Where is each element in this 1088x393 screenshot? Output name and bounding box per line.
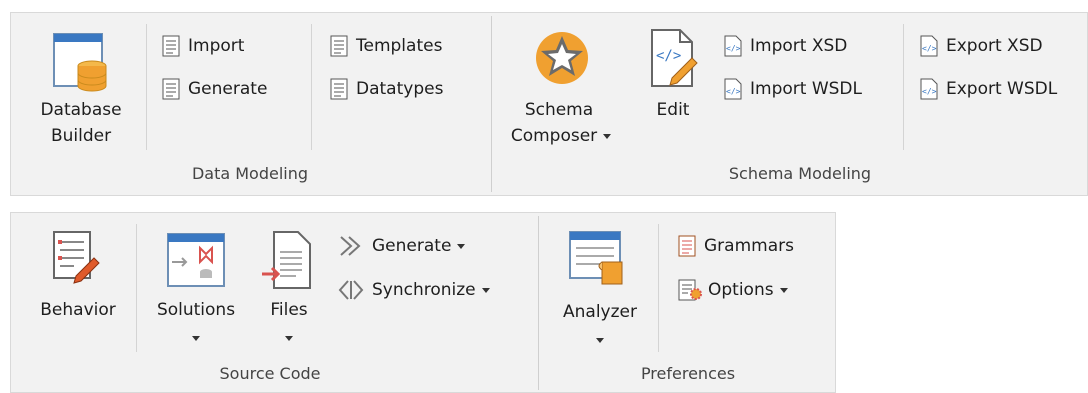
- svg-text:</>: </>: [726, 44, 741, 53]
- generate-button[interactable]: Generate: [162, 76, 267, 102]
- dropdown-arrow-icon: [285, 336, 293, 341]
- group-separator: [491, 16, 492, 192]
- import-wsdl-button[interactable]: </> Import WSDL: [724, 76, 862, 102]
- separator: [903, 24, 904, 150]
- edit-label: Edit: [656, 100, 690, 120]
- schema-composer-label-1: Schema: [524, 100, 594, 120]
- database-builder-label-1: Database: [40, 100, 122, 120]
- xml-file-icon: </>: [920, 78, 938, 100]
- analyzer-icon: [569, 231, 623, 285]
- separator: [658, 224, 659, 352]
- generate-code-label: Generate: [372, 236, 466, 256]
- import-label: Import: [188, 36, 245, 56]
- star-icon: [536, 32, 588, 84]
- schema-modeling-group-label: Schema Modeling: [728, 164, 872, 183]
- separator: [311, 24, 312, 150]
- edit-code-icon: </>: [651, 29, 698, 87]
- export-wsdl-label: Export WSDL: [946, 79, 1058, 99]
- files-icon: [262, 231, 311, 289]
- dropdown-arrow-icon: [596, 338, 604, 343]
- import-wsdl-label: Import WSDL: [750, 79, 862, 99]
- generate-label: Generate: [188, 79, 268, 99]
- grammars-label: Grammars: [704, 236, 794, 256]
- schema-composer-button[interactable]: Schema Composer: [504, 28, 614, 158]
- document-icon: [162, 78, 180, 100]
- options-button[interactable]: Options: [678, 277, 788, 303]
- xml-file-icon: </>: [920, 35, 938, 57]
- document-icon: [330, 35, 348, 57]
- svg-text:</>: </>: [726, 87, 741, 96]
- dropdown-arrow-icon: [192, 336, 200, 341]
- templates-button[interactable]: Templates: [330, 33, 442, 59]
- import-button[interactable]: Import: [162, 33, 244, 59]
- xml-file-icon: </>: [724, 78, 742, 100]
- analyzer-label: Analyzer: [563, 302, 637, 322]
- document-icon: [162, 35, 180, 57]
- export-xsd-button[interactable]: </> Export XSD: [920, 33, 1043, 59]
- import-xsd-button[interactable]: </> Import XSD: [724, 33, 847, 59]
- grammar-document-icon: [678, 235, 696, 257]
- behavior-button[interactable]: Behavior: [26, 228, 130, 328]
- dropdown-arrow-icon: [457, 243, 466, 249]
- svg-text:</>: </>: [922, 44, 937, 53]
- preferences-group-label: Preferences: [640, 364, 736, 383]
- solutions-icon: [167, 233, 225, 287]
- edit-button[interactable]: </> Edit: [634, 28, 712, 128]
- analyzer-button[interactable]: Analyzer: [550, 228, 650, 348]
- import-xsd-label: Import XSD: [750, 36, 848, 56]
- dropdown-arrow-icon: [779, 287, 788, 293]
- behavior-label: Behavior: [40, 300, 116, 320]
- solutions-button[interactable]: Solutions: [146, 228, 246, 348]
- data-modeling-group-label: Data Modeling: [191, 164, 309, 183]
- export-xsd-label: Export XSD: [946, 36, 1043, 56]
- generate-chevron-icon: [340, 236, 361, 256]
- behavior-icon: [53, 231, 100, 284]
- files-label: Files: [270, 300, 308, 320]
- solutions-label: Solutions: [156, 300, 236, 320]
- svg-text:</>: </>: [922, 87, 937, 96]
- grammars-button[interactable]: Grammars: [678, 233, 794, 259]
- document-icon: [330, 78, 348, 100]
- templates-label: Templates: [356, 36, 443, 56]
- group-separator: [538, 216, 539, 390]
- options-gear-icon: [678, 279, 702, 301]
- datatypes-label: Datatypes: [356, 79, 444, 99]
- datatypes-button[interactable]: Datatypes: [330, 76, 443, 102]
- separator: [136, 224, 137, 352]
- export-wsdl-button[interactable]: </> Export WSDL: [920, 76, 1057, 102]
- schema-composer-label-2: Composer: [508, 126, 614, 146]
- synchronize-label: Synchronize: [372, 280, 490, 300]
- files-button[interactable]: Files: [256, 228, 322, 348]
- database-builder-icon: [53, 33, 107, 92]
- synchronize-button[interactable]: Synchronize: [338, 277, 490, 303]
- options-label: Options: [708, 280, 788, 300]
- generate-code-button[interactable]: Generate: [338, 233, 466, 259]
- synchronize-icon: [338, 280, 364, 300]
- xml-file-icon: </>: [724, 35, 742, 57]
- separator: [146, 24, 147, 150]
- dropdown-arrow-icon: [603, 133, 612, 139]
- svg-text:</>: </>: [656, 48, 681, 64]
- database-builder-label-2: Builder: [50, 126, 112, 146]
- source-code-group-label: Source Code: [219, 364, 321, 383]
- database-builder-button[interactable]: Database Builder: [26, 28, 136, 158]
- dropdown-arrow-icon: [481, 287, 490, 293]
